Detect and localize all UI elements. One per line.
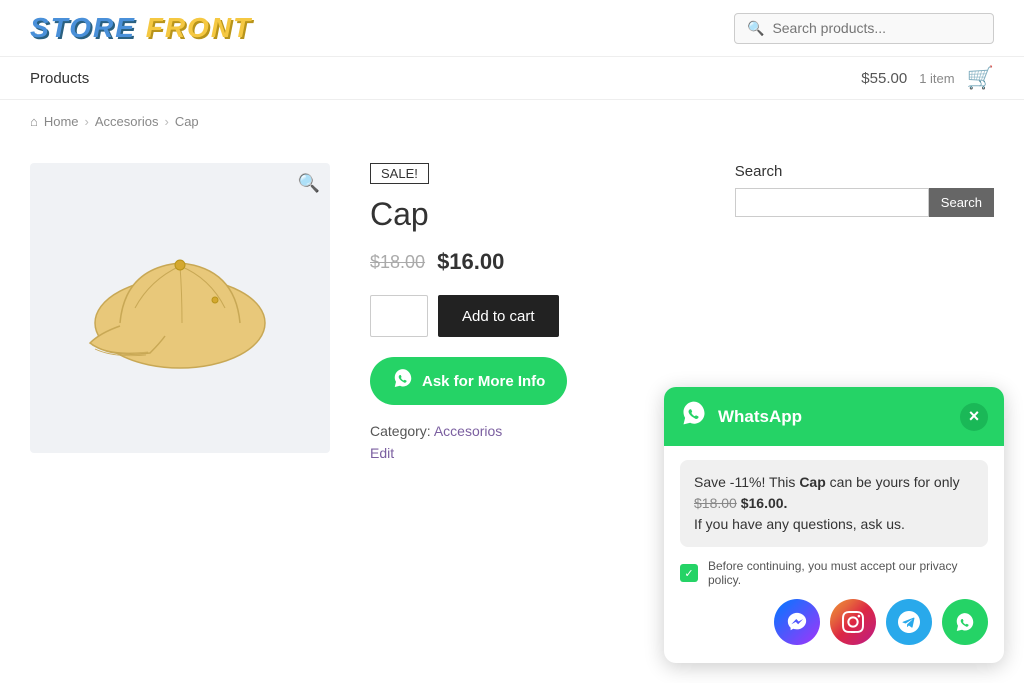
header-search-bar[interactable]: 🔍 <box>734 13 994 44</box>
category-value-link[interactable]: Accesorios <box>434 423 502 439</box>
new-price: $16.00 <box>437 249 504 275</box>
cart-count: 1 item <box>919 71 954 86</box>
navbar: Products $55.00 1 item 🛒 <box>0 57 1024 100</box>
product-title: Cap <box>370 196 695 233</box>
header-search-input[interactable] <box>772 20 981 36</box>
breadcrumb-current: Cap <box>175 114 199 129</box>
logo-front-text: FRONT <box>146 12 252 43</box>
whatsapp-msg-new-price: $16.00. <box>741 495 788 511</box>
logo-store-text: STORE <box>30 12 136 43</box>
whatsapp-logo-icon <box>680 399 708 434</box>
whatsapp-message: Save -11%! This Cap can be yours for onl… <box>680 460 988 547</box>
whatsapp-close-button[interactable]: × <box>960 403 988 431</box>
home-icon: ⌂ <box>30 114 38 129</box>
ask-more-whatsapp-icon <box>392 367 414 395</box>
add-to-cart-button[interactable]: Add to cart <box>438 295 559 337</box>
whatsapp-msg-bold: Cap <box>799 474 825 490</box>
whatsapp-popup: WhatsApp × Save -11%! This Cap can be yo… <box>664 387 1004 663</box>
whatsapp-popup-header: WhatsApp × <box>664 387 1004 446</box>
instagram-button[interactable] <box>830 599 876 645</box>
product-image <box>70 218 290 398</box>
whatsapp-privacy: ✓ Before continuing, you must accept our… <box>680 559 988 587</box>
nav-products-link[interactable]: Products <box>30 70 89 87</box>
quantity-input[interactable]: 1 ▲ ▼ <box>370 295 428 337</box>
messenger-button[interactable] <box>774 599 820 645</box>
old-price: $18.00 <box>370 252 425 273</box>
whatsapp-msg-part2: can be yours for only <box>826 474 960 490</box>
category-label: Category: <box>370 423 431 439</box>
whatsapp-msg-part1: Save -11%! This <box>694 474 799 490</box>
product-details: SALE! Cap $18.00 $16.00 1 ▲ ▼ Add to car… <box>370 163 695 461</box>
breadcrumb: ⌂ Home › Accesorios › Cap <box>0 100 1024 143</box>
whatsapp-msg-old-price: $18.00 <box>694 495 737 511</box>
breadcrumb-category-link[interactable]: Accesorios <box>95 114 159 129</box>
breadcrumb-home-link[interactable]: Home <box>44 114 79 129</box>
whatsapp-privacy-text: Before continuing, you must accept our p… <box>708 559 988 587</box>
breadcrumb-sep-2: › <box>164 114 168 129</box>
sale-badge: SALE! <box>370 163 429 184</box>
privacy-check-icon: ✓ <box>680 564 698 582</box>
breadcrumb-sep-1: › <box>85 114 89 129</box>
quantity-value[interactable]: 1 <box>371 308 428 325</box>
cart-total: $55.00 <box>861 70 907 87</box>
whatsapp-popup-title: WhatsApp <box>680 399 802 434</box>
sidebar-search-button[interactable]: Search <box>929 188 994 217</box>
cart-icon[interactable]: 🛒 <box>967 65 994 91</box>
quantity-add-section: 1 ▲ ▼ Add to cart <box>370 295 695 337</box>
whatsapp-popup-body: Save -11%! This Cap can be yours for onl… <box>664 446 1004 663</box>
sidebar-search: Search <box>735 188 994 217</box>
site-logo: STORE FRONT <box>30 12 252 44</box>
telegram-button[interactable] <box>886 599 932 645</box>
whatsapp-social-button[interactable] <box>942 599 988 645</box>
ask-more-button[interactable]: Ask for More Info <box>370 357 567 405</box>
product-image-container: 🔍 <box>30 163 330 453</box>
whatsapp-social-buttons <box>680 599 988 649</box>
sidebar-search-label: Search <box>735 163 994 180</box>
cart-area: $55.00 1 item 🛒 <box>861 65 994 91</box>
site-header: STORE FRONT 🔍 <box>0 0 1024 57</box>
edit-link[interactable]: Edit <box>370 445 394 461</box>
whatsapp-msg-part3: If you have any questions, ask us. <box>694 516 905 532</box>
ask-more-label: Ask for More Info <box>422 373 545 390</box>
product-image-section: 🔍 <box>30 163 330 461</box>
header-search-icon: 🔍 <box>747 20 764 37</box>
price-section: $18.00 $16.00 <box>370 249 695 275</box>
category-line: Category: Accesorios <box>370 423 695 439</box>
sidebar-search-input[interactable] <box>735 188 929 217</box>
zoom-icon[interactable]: 🔍 <box>298 173 320 194</box>
whatsapp-popup-title-text: WhatsApp <box>718 407 802 427</box>
